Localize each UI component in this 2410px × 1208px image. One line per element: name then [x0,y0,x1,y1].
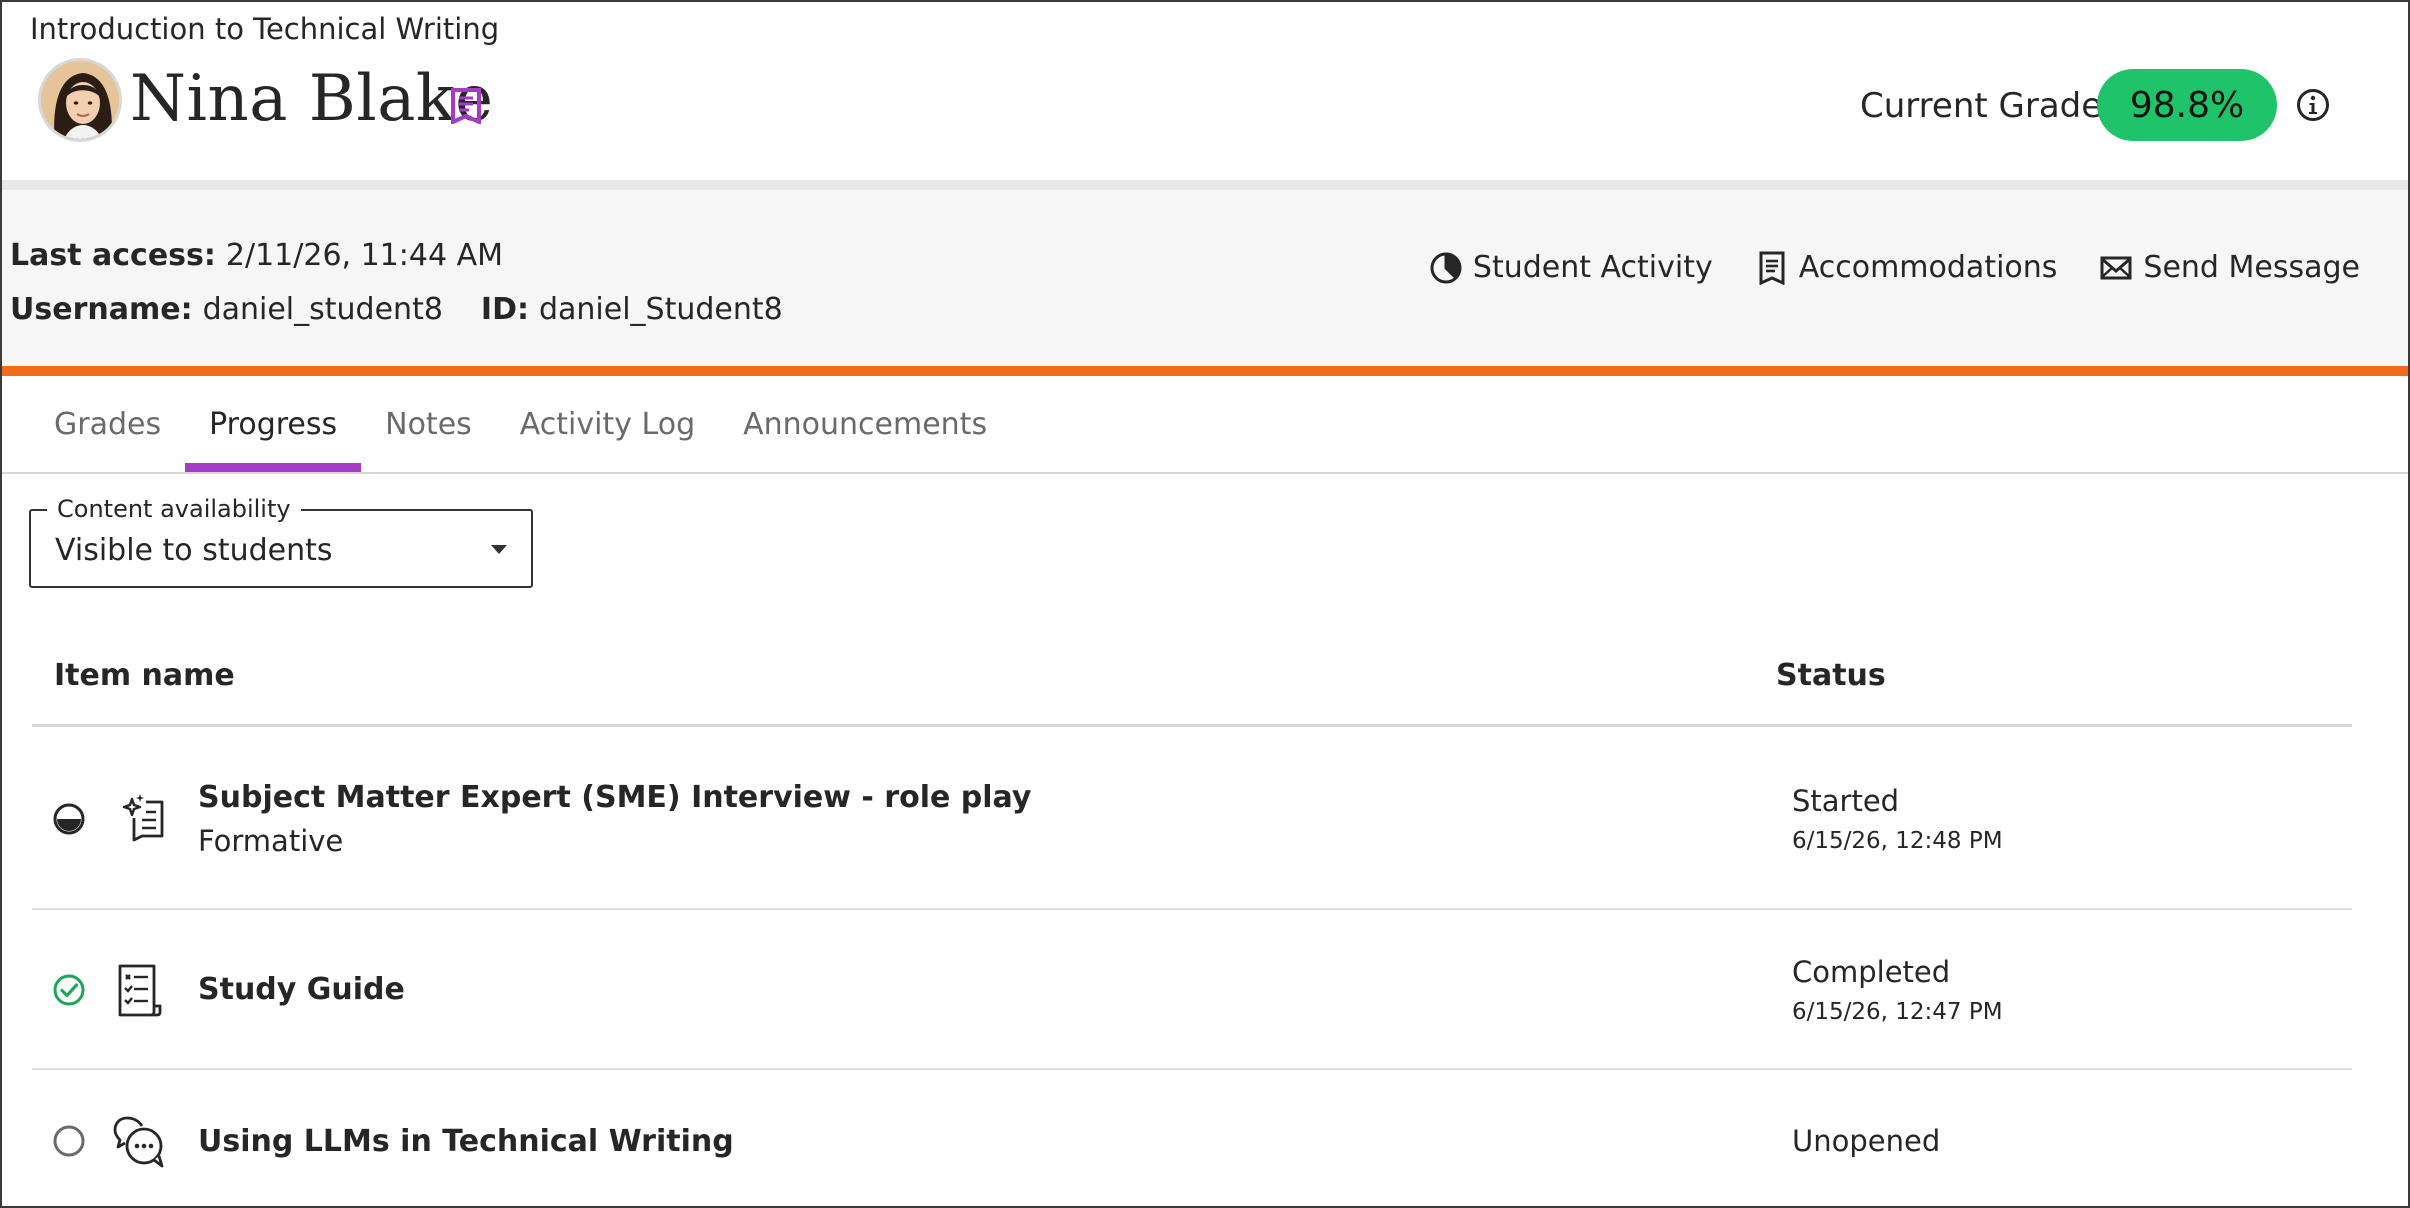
tab-bar: Grades Progress Notes Activity Log Annou… [30,376,1011,472]
column-header-item-name[interactable]: Item name [54,658,235,693]
tab-notes[interactable]: Notes [361,376,496,472]
accent-bar [2,366,2408,376]
last-access-label: Last access: [10,238,216,273]
status-date: 6/15/26, 12:47 PM [1792,999,2003,1025]
accommodations-label: Accommodations [1798,250,2058,285]
content-availability-legend: Content availability [47,495,301,523]
last-access-row: Last access: 2/11/26, 11:44 AM [10,238,503,273]
id-value: daniel_Student8 [538,292,783,327]
status-text: Completed [1792,955,1951,989]
username-row: Username: daniel_student8 ID: daniel_Studen… [10,292,783,327]
student-info-band: Last access: 2/11/26, 11:44 AM Username: d… [2,190,2408,366]
tab-grades[interactable]: Grades [30,376,185,472]
current-grade-pill[interactable]: 98.8% [2097,69,2277,141]
content-availability-value: Visible to students [55,533,333,568]
pie-chart-icon [1430,252,1462,283]
username-label: Username: [10,292,193,327]
accommodations-button[interactable]: Accommodations [1755,250,2058,285]
status-text: Unopened [1792,1124,1941,1158]
student-overview-panel: Introduction to Technical Writing Nina B… [0,0,2410,1208]
discussion-icon [113,1116,164,1168]
send-message-button[interactable]: Send Message [2099,250,2360,285]
row-divider [32,908,2352,910]
student-actions: Student Activity Accommodations Send Mes… [1429,250,2360,285]
header-divider [2,180,2408,190]
status-text: Started [1792,784,1900,818]
item-title[interactable]: Subject Matter Expert (SME) Interview - … [198,780,1031,815]
chevron-down-icon [491,545,507,554]
item-subtitle: Formative [198,824,344,858]
id-label: ID: [480,292,529,327]
checklist-document-icon [118,964,162,1017]
send-message-label: Send Message [2143,250,2360,285]
current-grade-label: Current Grade [1860,86,2103,126]
status-date: 6/15/26, 12:48 PM [1792,828,2003,854]
last-access-value: 2/11/26, 11:44 AM [225,238,503,273]
table-header-divider [32,724,2352,727]
ai-conversation-icon [122,794,164,842]
document-icon [1759,251,1785,285]
empty-circle-icon [53,1125,85,1157]
item-title[interactable]: Using LLMs in Technical Writing [198,1124,734,1159]
row-divider [32,1068,2352,1070]
info-icon[interactable] [2296,88,2330,122]
content-availability-select[interactable]: Content availability Visible to students [29,495,533,588]
username-value: daniel_student8 [202,292,443,327]
check-circle-icon [53,974,85,1006]
student-activity-label: Student Activity [1472,250,1713,285]
accommodation-badge-icon[interactable] [450,88,482,124]
tabs-divider [2,472,2408,474]
tab-progress[interactable]: Progress [185,376,362,472]
tab-activity-log[interactable]: Activity Log [496,376,719,472]
student-name: Nina Blake [130,62,494,136]
half-progress-icon [53,803,85,835]
mail-icon [2100,256,2132,279]
item-title[interactable]: Study Guide [198,972,405,1007]
tab-announcements[interactable]: Announcements [719,376,1011,472]
column-header-status[interactable]: Status [1776,658,1886,693]
student-activity-button[interactable]: Student Activity [1429,250,1713,285]
avatar [38,58,122,142]
course-title: Introduction to Technical Writing [30,12,500,46]
